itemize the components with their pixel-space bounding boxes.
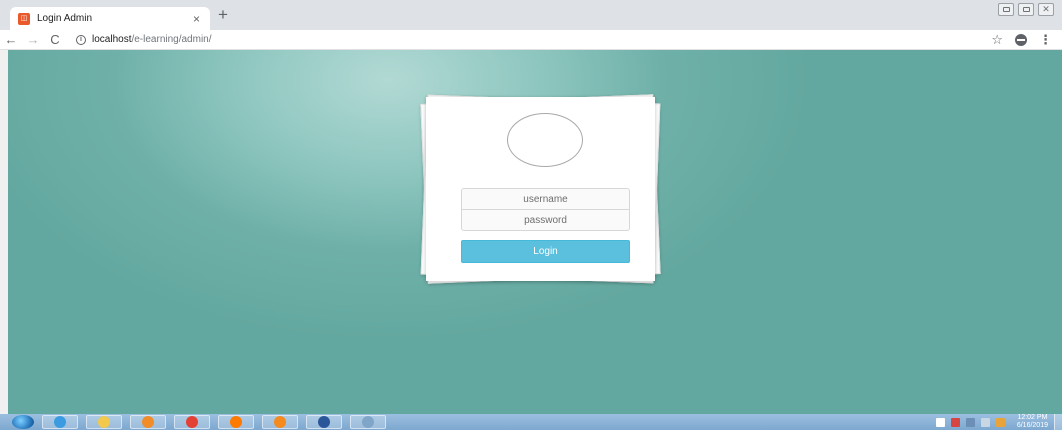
login-card: Login bbox=[426, 97, 655, 281]
system-tray: 12:02 PM 6/16/2019 bbox=[935, 414, 1048, 430]
tray-flag-icon[interactable] bbox=[950, 417, 960, 427]
taskbar-word-button[interactable] bbox=[306, 415, 342, 429]
media-player-icon bbox=[142, 416, 154, 428]
taskbar-chrome-button[interactable] bbox=[174, 415, 210, 429]
reload-button[interactable]: C bbox=[44, 32, 66, 48]
close-icon: ✕ bbox=[1042, 4, 1050, 14]
account-icon[interactable] bbox=[1015, 33, 1027, 46]
toolbar-actions: ☆ ⋮ bbox=[991, 33, 1052, 46]
chrome-icon bbox=[186, 416, 198, 428]
clock-time: 12:02 PM bbox=[1017, 414, 1048, 421]
new-tab-button[interactable]: + bbox=[218, 6, 228, 24]
taskbar-media-player-button[interactable] bbox=[130, 415, 166, 429]
codeigniter-favicon-icon: ◫ bbox=[18, 12, 30, 25]
avatar-circle bbox=[507, 113, 583, 167]
tab-strip: ◫ Login Admin × + ✕ bbox=[0, 0, 1062, 30]
tray-network-icon[interactable] bbox=[965, 417, 975, 427]
tab-title: Login Admin bbox=[37, 13, 93, 24]
sublime-text-icon bbox=[274, 416, 286, 428]
restore-icon bbox=[1022, 7, 1030, 12]
start-button[interactable] bbox=[12, 415, 34, 429]
taskbar-apps bbox=[42, 415, 394, 429]
tab-login-admin[interactable]: ◫ Login Admin × bbox=[10, 7, 210, 30]
taskbar-sublime-text-button[interactable] bbox=[262, 415, 298, 429]
password-input[interactable] bbox=[461, 209, 630, 231]
internet-explorer-icon bbox=[54, 416, 66, 428]
url-host: localhost bbox=[92, 34, 132, 45]
login-button[interactable]: Login bbox=[461, 240, 630, 263]
restore-button[interactable] bbox=[1018, 3, 1034, 16]
page-viewport: Login bbox=[8, 50, 1062, 414]
minimize-icon bbox=[1002, 7, 1010, 12]
url-text: localhost/e-learning/admin/ bbox=[92, 34, 212, 45]
tray-app-icon[interactable] bbox=[995, 417, 1005, 427]
taskbar-snipping-tool-button[interactable] bbox=[350, 415, 386, 429]
taskbar-clock[interactable]: 12:02 PM 6/16/2019 bbox=[1017, 414, 1048, 430]
firefox-icon bbox=[230, 416, 242, 428]
close-tab-icon[interactable]: × bbox=[193, 12, 200, 26]
taskbar-file-explorer-button[interactable] bbox=[86, 415, 122, 429]
username-input[interactable] bbox=[461, 188, 630, 210]
browser-toolbar: ← → C i localhost/e-learning/admin/ ☆ ⋮ bbox=[0, 30, 1062, 50]
tray-volume-icon[interactable] bbox=[980, 417, 990, 427]
forward-button[interactable]: → bbox=[22, 32, 44, 48]
show-desktop-button[interactable] bbox=[1054, 414, 1062, 430]
windows-taskbar: 12:02 PM 6/16/2019 bbox=[0, 414, 1062, 430]
snipping-tool-icon bbox=[362, 416, 374, 428]
window-controls: ✕ bbox=[998, 3, 1054, 16]
login-card-stack: Login bbox=[418, 93, 663, 284]
back-button[interactable]: ← bbox=[0, 32, 22, 48]
file-explorer-icon bbox=[98, 416, 110, 428]
clock-date: 6/16/2019 bbox=[1016, 422, 1048, 429]
tray-expand-icon[interactable] bbox=[935, 417, 945, 427]
taskbar-firefox-button[interactable] bbox=[218, 415, 254, 429]
browser-menu-icon[interactable]: ⋮ bbox=[1039, 33, 1052, 46]
url-path: /e-learning/admin/ bbox=[131, 34, 212, 45]
taskbar-internet-explorer-button[interactable] bbox=[42, 415, 78, 429]
page-left-edge bbox=[0, 50, 8, 414]
word-icon bbox=[318, 416, 330, 428]
site-info-icon[interactable]: i bbox=[76, 34, 86, 45]
address-bar[interactable]: i localhost/e-learning/admin/ bbox=[76, 31, 991, 49]
minimize-button[interactable] bbox=[998, 3, 1014, 16]
close-window-button[interactable]: ✕ bbox=[1038, 3, 1054, 16]
bookmark-star-icon[interactable]: ☆ bbox=[991, 33, 1003, 46]
